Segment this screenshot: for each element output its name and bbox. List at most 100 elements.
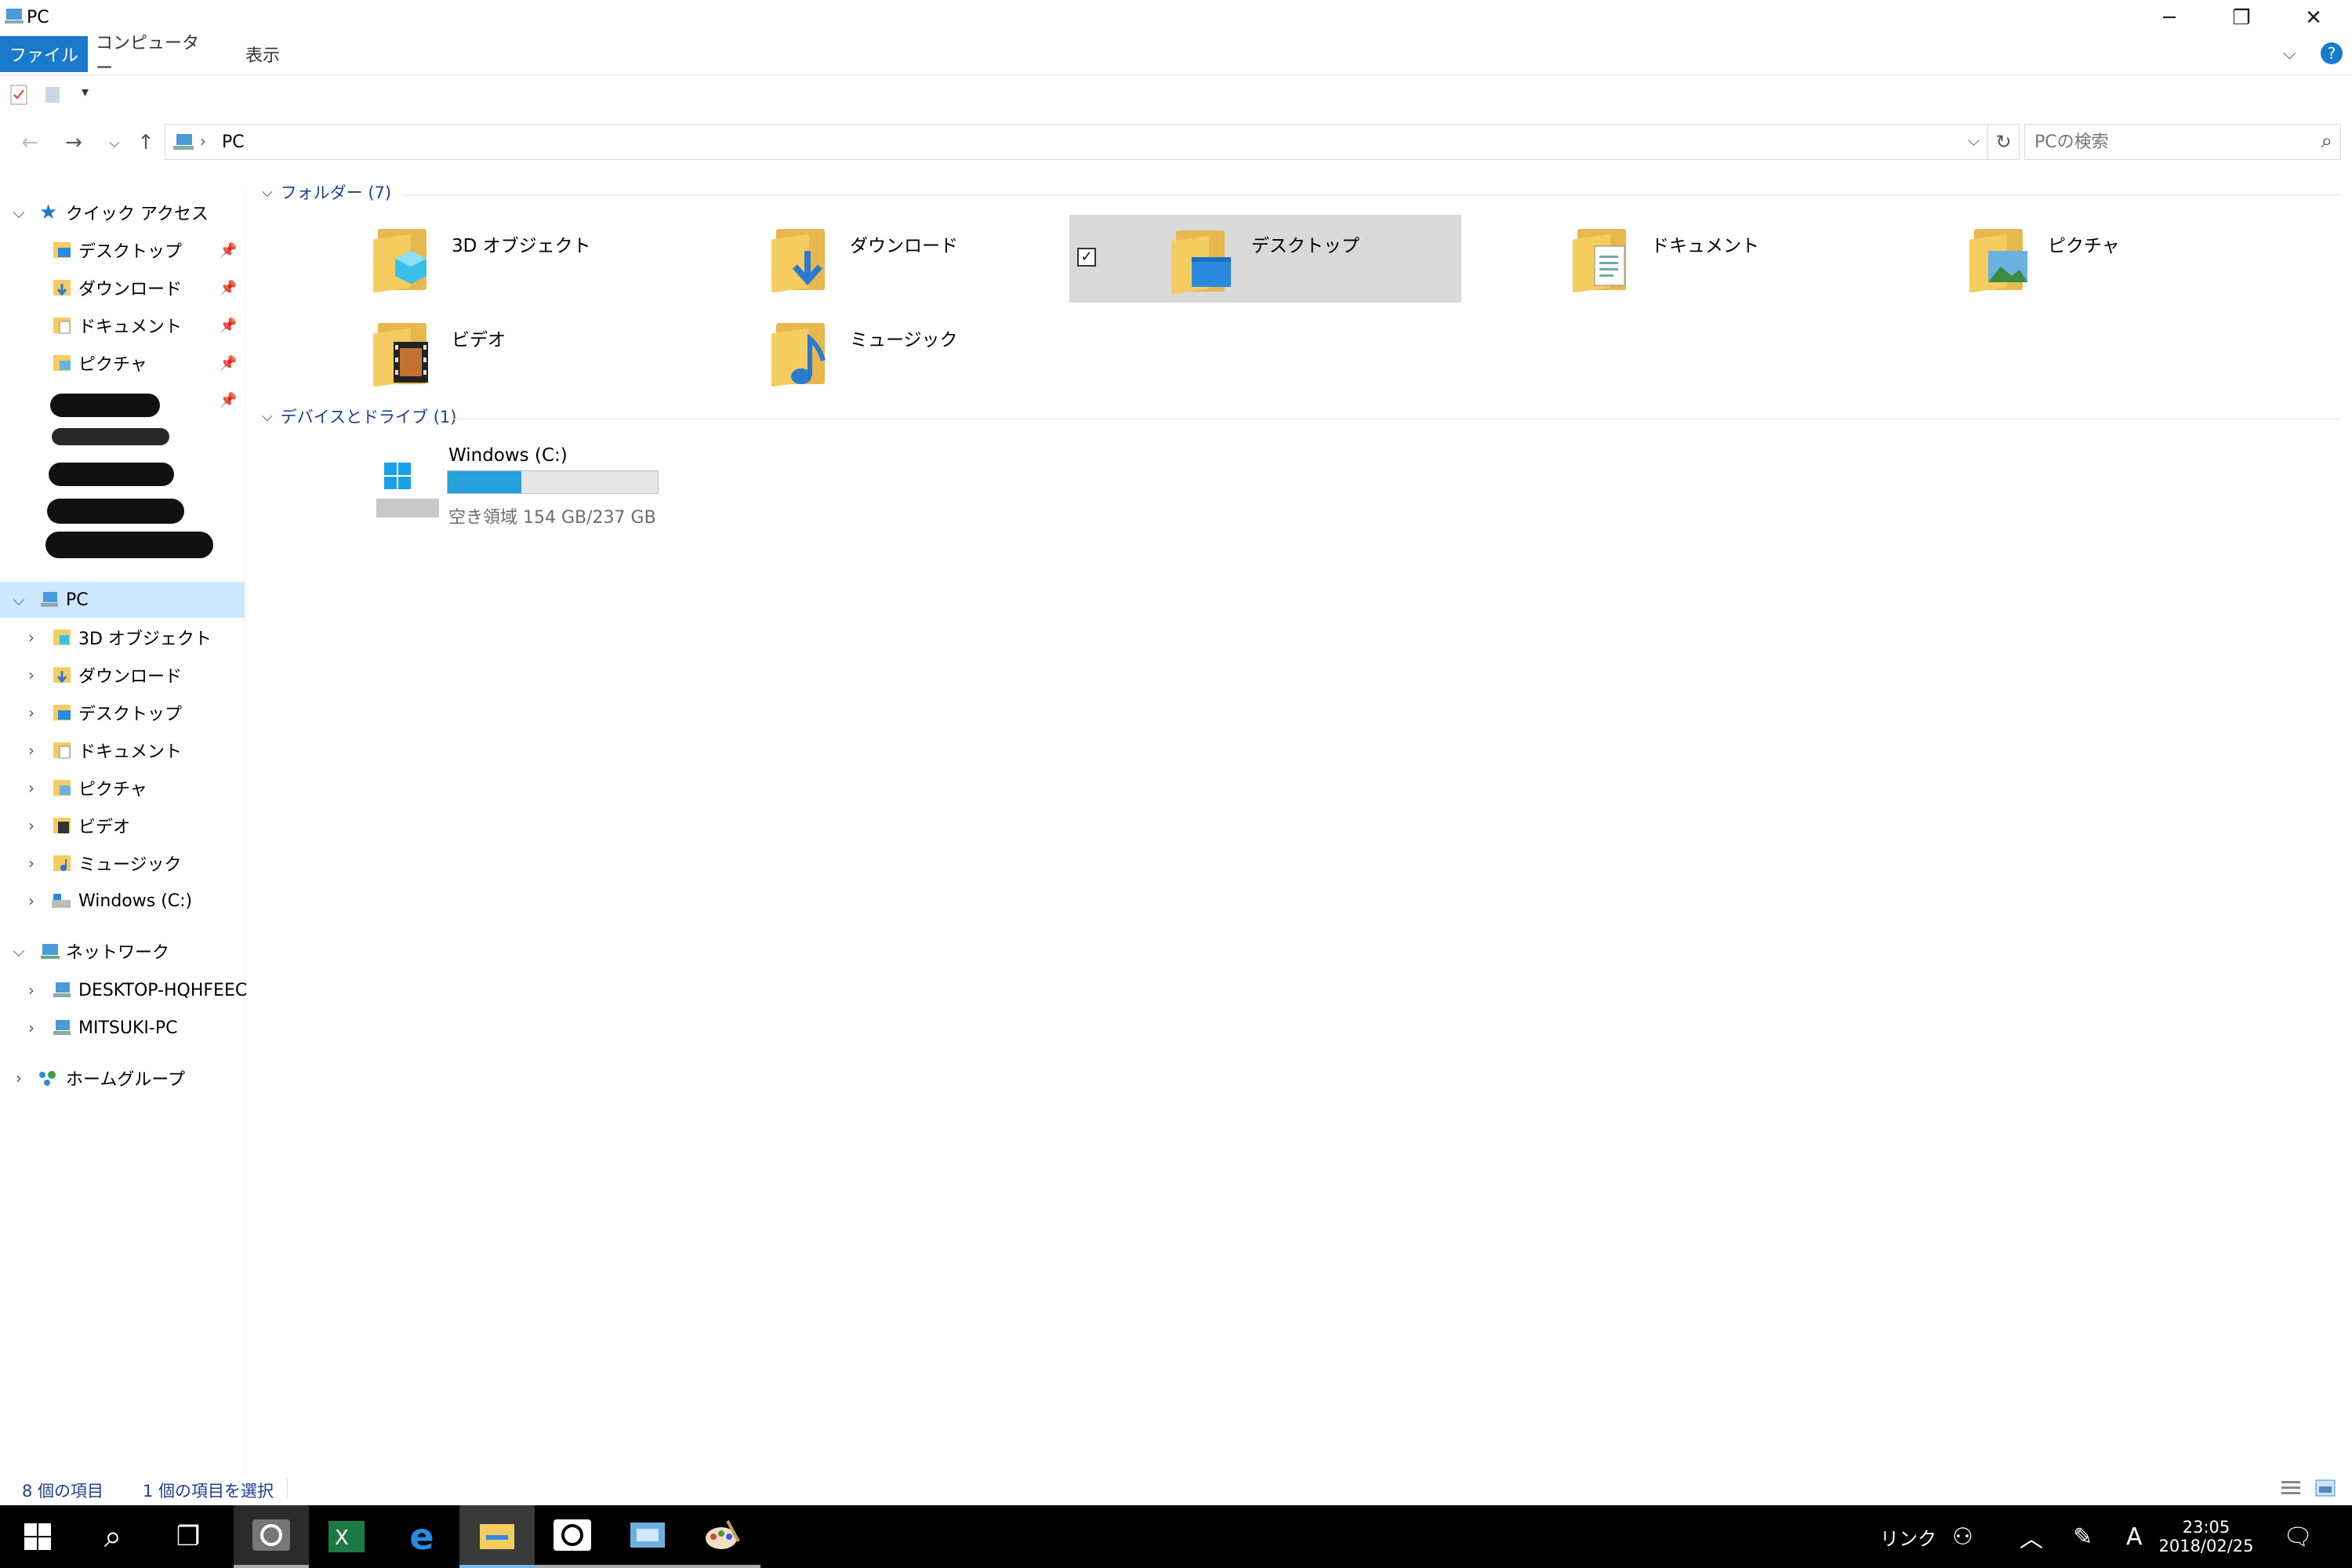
chevron-right-icon[interactable]: › bbox=[22, 666, 41, 684]
start-button[interactable] bbox=[0, 1505, 75, 1568]
recent-locations-button[interactable]: ⌵ bbox=[99, 127, 130, 158]
chevron-down-icon[interactable]: ⌵ bbox=[9, 590, 28, 609]
address-bar[interactable]: › PC ⌵ bbox=[165, 124, 1988, 160]
chevron-down-icon: ⌵ bbox=[262, 183, 273, 201]
nav-item-documents[interactable]: ドキュメント 📌 bbox=[0, 307, 245, 343]
nav-quick-access[interactable]: ⌵ ★ クイック アクセス bbox=[0, 194, 245, 230]
back-button[interactable]: ← bbox=[14, 127, 45, 158]
task-view-button[interactable]: ❐ bbox=[151, 1505, 226, 1568]
pictures-folder-icon bbox=[53, 780, 71, 796]
links-toolbar[interactable]: リンク bbox=[1880, 1505, 1936, 1568]
nav-label: クイック アクセス bbox=[66, 205, 209, 224]
action-center-button[interactable]: 🗨 bbox=[2283, 1505, 2313, 1568]
breadcrumb[interactable]: PC bbox=[222, 132, 245, 152]
tab-computer[interactable]: コンピューター bbox=[96, 34, 213, 78]
nav-item-downloads[interactable]: ダウンロード 📌 bbox=[0, 270, 245, 306]
taskbar-paint[interactable] bbox=[685, 1505, 760, 1568]
folders-group-header[interactable]: ⌵ フォルダー (7) bbox=[262, 180, 391, 204]
large-icons-view-icon[interactable] bbox=[2314, 1479, 2336, 1497]
search-box[interactable]: ⌕ bbox=[2024, 124, 2341, 160]
nav-pc[interactable]: ⌵ PC bbox=[0, 582, 245, 618]
minimize-button[interactable]: ─ bbox=[2132, 0, 2206, 36]
chevron-down-icon[interactable]: ⌵ bbox=[9, 203, 28, 222]
ime-indicator[interactable]: A bbox=[2126, 1505, 2143, 1568]
pin-icon[interactable]: 📌 bbox=[220, 280, 237, 296]
music-folder-icon bbox=[53, 855, 71, 871]
folder-tile-music[interactable]: ミュージック bbox=[771, 307, 1163, 394]
tab-file[interactable]: ファイル bbox=[0, 36, 88, 72]
nav-item-mitsuki-pc[interactable]: › MITSUKI-PC bbox=[0, 1010, 245, 1046]
nav-item-pc-videos[interactable]: › ビデオ bbox=[0, 808, 245, 844]
pen-workspace-button[interactable]: ✎ bbox=[2073, 1505, 2092, 1568]
nav-item-pc-drive-c[interactable]: › Windows (C:) bbox=[0, 883, 245, 919]
new-folder-icon[interactable] bbox=[44, 84, 61, 106]
folder-tile-desktop-selected[interactable]: ✓ デスクトップ bbox=[1069, 215, 1461, 303]
close-button[interactable]: ✕ bbox=[2277, 0, 2350, 36]
address-dropdown-icon[interactable]: ⌵ bbox=[1968, 131, 1980, 150]
chevron-right-icon[interactable]: › bbox=[22, 816, 41, 835]
pin-icon[interactable]: 📌 bbox=[220, 392, 237, 408]
chevron-right-icon[interactable]: › bbox=[22, 891, 41, 910]
selection-checkbox[interactable]: ✓ bbox=[1077, 248, 1096, 267]
nav-item-pictures[interactable]: ピクチャ 📌 bbox=[0, 345, 245, 381]
people-button[interactable]: ⚇ bbox=[1952, 1505, 1973, 1568]
pin-icon[interactable]: 📌 bbox=[220, 318, 237, 334]
folder-tile-3d-objects[interactable]: 3D オブジェクト bbox=[373, 213, 765, 299]
refresh-button[interactable]: ↻ bbox=[1988, 124, 2020, 160]
nav-item-pc-pictures[interactable]: › ピクチャ bbox=[0, 770, 245, 806]
tab-view[interactable]: 表示 bbox=[227, 36, 298, 72]
chevron-right-icon[interactable]: › bbox=[22, 981, 41, 1000]
pin-icon[interactable]: 📌 bbox=[220, 355, 237, 372]
chevron-right-icon[interactable]: › bbox=[22, 628, 41, 647]
star-icon: ★ bbox=[39, 201, 58, 224]
taskbar-app-3[interactable] bbox=[610, 1505, 685, 1568]
drives-group-header[interactable]: ⌵ デバイスとドライブ (1) bbox=[262, 405, 456, 428]
nav-item-desktop[interactable]: デスクトップ 📌 bbox=[0, 232, 245, 268]
up-button[interactable]: ↑ bbox=[130, 127, 162, 158]
chevron-right-icon[interactable]: › bbox=[22, 741, 41, 760]
pin-icon[interactable]: 📌 bbox=[220, 242, 237, 259]
folder-tile-pictures[interactable]: ピクチャ bbox=[1969, 213, 2352, 299]
people-icon: ⚇ bbox=[1952, 1523, 1973, 1551]
chevron-right-icon[interactable]: › bbox=[22, 703, 41, 722]
search-input[interactable] bbox=[2034, 131, 2301, 153]
taskbar-edge[interactable]: e bbox=[384, 1505, 459, 1568]
customize-qat-icon[interactable]: ▾ bbox=[82, 84, 89, 100]
chevron-right-icon[interactable]: › bbox=[9, 1069, 28, 1087]
folder-label: ミュージック bbox=[850, 330, 958, 350]
nav-network[interactable]: ⌵ ネットワーク bbox=[0, 933, 245, 969]
taskbar-app-2[interactable] bbox=[535, 1505, 610, 1568]
taskbar-file-explorer[interactable] bbox=[459, 1505, 535, 1568]
clock[interactable]: 23:05 2018/02/25 bbox=[2158, 1505, 2253, 1568]
nav-item-3d-objects[interactable]: › 3D オブジェクト bbox=[0, 619, 245, 655]
taskbar-app-1[interactable] bbox=[234, 1505, 309, 1568]
details-view-icon[interactable] bbox=[2280, 1479, 2302, 1497]
nav-homegroup[interactable]: › ホームグループ bbox=[0, 1060, 245, 1096]
chevron-right-icon[interactable]: › bbox=[22, 854, 41, 873]
chevron-right-icon[interactable]: › bbox=[22, 779, 41, 797]
chevron-down-icon[interactable]: ⌵ bbox=[9, 942, 28, 960]
nav-label: ビデオ bbox=[78, 818, 131, 837]
drive-tile-c[interactable]: Windows (C:) 空き領域 154 GB/237 GB bbox=[365, 441, 804, 543]
nav-item-desktop-hqhfeec[interactable]: › DESKTOP-HQHFEEC bbox=[0, 972, 247, 1008]
nav-item-pc-downloads[interactable]: › ダウンロード bbox=[0, 657, 245, 693]
restore-button[interactable]: ❐ bbox=[2205, 0, 2278, 36]
breadcrumb-separator[interactable]: › bbox=[200, 132, 206, 151]
folder-tile-videos[interactable]: ビデオ bbox=[373, 307, 765, 394]
show-hidden-icons-button[interactable]: ︿ bbox=[2020, 1505, 2043, 1568]
forward-button[interactable]: → bbox=[58, 127, 89, 158]
search-icon[interactable]: ⌕ bbox=[2321, 129, 2332, 154]
taskbar-excel[interactable]: X bbox=[309, 1505, 384, 1568]
search-button[interactable]: ⌕ bbox=[75, 1505, 151, 1568]
homegroup-icon bbox=[39, 1071, 56, 1086]
folder-tile-documents[interactable]: ドキュメント bbox=[1573, 213, 1965, 299]
app-swirl-icon bbox=[252, 1519, 290, 1551]
ribbon-expand-icon[interactable]: ⌵ bbox=[2283, 44, 2296, 64]
properties-icon[interactable] bbox=[9, 84, 28, 106]
nav-item-pc-desktop[interactable]: › デスクトップ bbox=[0, 695, 245, 731]
nav-item-pc-music[interactable]: › ミュージック bbox=[0, 845, 245, 881]
nav-label: ドキュメント bbox=[78, 742, 183, 762]
chevron-right-icon[interactable]: › bbox=[22, 1018, 41, 1037]
nav-item-pc-documents[interactable]: › ドキュメント bbox=[0, 732, 245, 768]
help-icon[interactable]: ? bbox=[2321, 42, 2343, 64]
